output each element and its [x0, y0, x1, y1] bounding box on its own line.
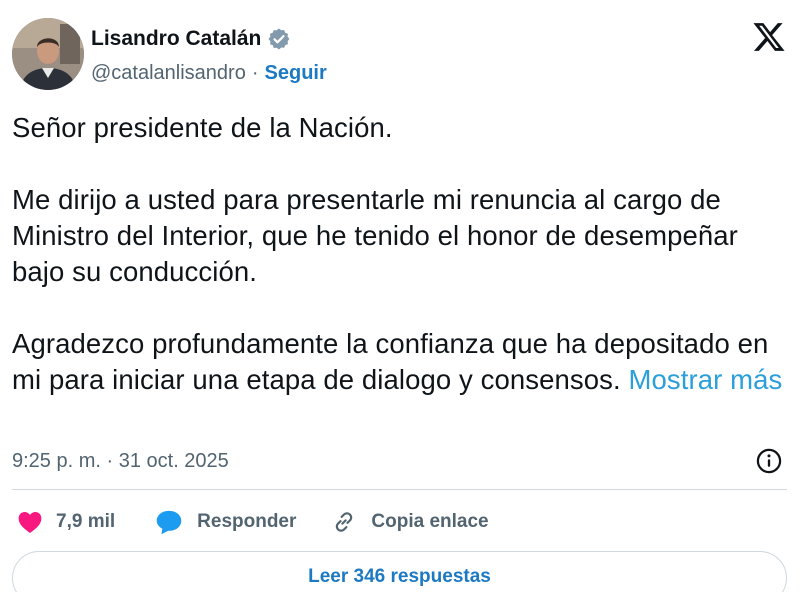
author-name-row: Lisandro Catalán [91, 24, 291, 54]
author-handle-row: @catalanlisandro · Seguir [91, 58, 327, 88]
info-icon[interactable] [755, 447, 783, 475]
action-bar: 7,9 mil Responder Copia enlace [12, 503, 489, 541]
verified-badge-icon [267, 27, 291, 51]
reply-bubble-icon [156, 510, 182, 535]
tweet-paragraph: Me dirijo a usted para presentarle mi re… [12, 184, 738, 287]
tweet-text: Señor presidente de la Nación. Me dirijo… [12, 110, 797, 398]
author-handle[interactable]: @catalanlisandro [91, 62, 246, 85]
heart-icon [18, 512, 42, 534]
copy-link-button[interactable]: Copia enlace [331, 509, 489, 535]
tweet-paragraph: Señor presidente de la Nación. [12, 112, 393, 143]
read-replies-label: Leer 346 respuestas [308, 566, 491, 587]
like-button[interactable]: 7,9 mil [17, 510, 115, 534]
copy-link-label: Copia enlace [371, 511, 489, 532]
follow-button[interactable]: Seguir [265, 62, 327, 85]
link-icon [336, 512, 353, 532]
avatar[interactable] [12, 18, 84, 90]
separator-dot: · [251, 61, 259, 84]
like-count: 7,9 mil [56, 511, 116, 532]
x-logo-icon[interactable] [752, 20, 786, 54]
reply-label: Responder [197, 511, 297, 532]
show-more-link[interactable]: Mostrar más [629, 364, 783, 395]
divider [12, 489, 787, 490]
author-display-name[interactable]: Lisandro Catalán [91, 27, 261, 51]
tweet-paragraph: Agradezco profundamente la confianza que… [12, 326, 797, 398]
read-replies-button[interactable]: Leer 346 respuestas [12, 551, 787, 592]
reply-button[interactable]: Responder [155, 509, 296, 535]
tweet-timestamp[interactable]: 9:25 p. m. · 31 oct. 2025 [12, 448, 229, 474]
